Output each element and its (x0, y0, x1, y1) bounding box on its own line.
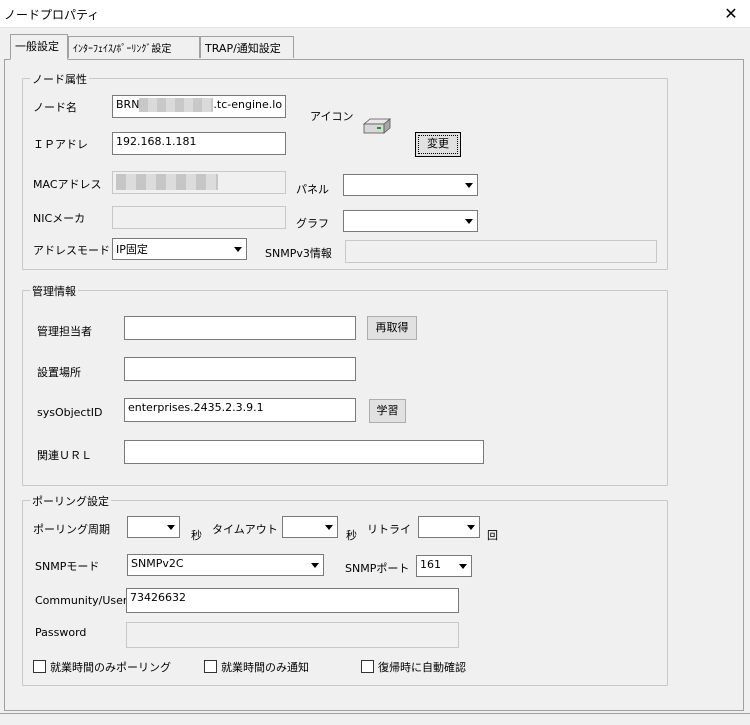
management-info-legend: 管理情報 (30, 283, 78, 299)
learn-button[interactable]: 学習 (369, 399, 406, 423)
timeout-select[interactable] (282, 516, 338, 538)
chevron-down-icon (306, 555, 323, 575)
change-icon-button[interactable]: 変更 (415, 132, 461, 157)
title-bar: ノードプロパティ ✕ (0, 0, 750, 28)
times-unit: 回 (487, 529, 498, 542)
address-mode-select[interactable]: IP固定 (112, 238, 247, 260)
nic-vendor-field (112, 206, 286, 229)
node-name-field[interactable]: BRN .tc-engine.lo (112, 95, 286, 118)
manager-field[interactable] (124, 316, 356, 340)
graph-label: グラフ (296, 217, 329, 230)
node-name-prefix: BRN (116, 98, 140, 111)
retry-label: リトライ (367, 523, 411, 536)
location-field[interactable] (124, 357, 356, 381)
community-user-field[interactable]: 73426632 (126, 588, 459, 613)
poll-business-hours-checkbox[interactable] (33, 660, 46, 673)
seconds-unit: 秒 (346, 529, 357, 542)
timeout-label: タイムアウト (212, 523, 278, 536)
close-icon[interactable]: ✕ (716, 2, 746, 26)
chevron-down-icon (462, 517, 479, 537)
mac-address-field (112, 171, 286, 194)
node-name-suffix: .tc-engine.lo (213, 98, 283, 111)
redacted-block (116, 174, 218, 190)
chevron-down-icon (454, 556, 471, 576)
snmp-mode-value: SNMPv2C (131, 557, 184, 570)
notify-business-hours-label: 就業時間のみ通知 (221, 661, 309, 674)
graph-select[interactable] (343, 210, 478, 232)
snmp-mode-select[interactable]: SNMPv2C (127, 554, 324, 576)
snmp-port-value: 161 (420, 558, 441, 571)
chevron-down-icon (229, 239, 246, 259)
auto-confirm-recovery-checkbox[interactable] (361, 660, 374, 673)
seconds-unit: 秒 (191, 529, 202, 542)
polling-interval-select[interactable] (127, 516, 180, 538)
node-name-label: ノード名 (33, 101, 77, 114)
panel-select[interactable] (343, 174, 478, 196)
password-label: Password (35, 626, 87, 639)
refetch-button[interactable]: 再取得 (367, 316, 417, 340)
manager-label: 管理担当者 (37, 325, 92, 338)
polling-settings-legend: ポーリング設定 (30, 493, 111, 509)
address-mode-value: IP固定 (116, 243, 148, 256)
tab-interface-polling[interactable]: ｲﾝﾀｰﾌｪｲｽ/ﾎﾟｰﾘﾝｸﾞ設定 (68, 36, 200, 58)
tab-trap-notification[interactable]: TRAP/通知設定 (200, 36, 294, 58)
location-label: 設置場所 (37, 366, 81, 379)
chevron-down-icon (320, 517, 337, 537)
snmp-port-label: SNMPポート (345, 562, 410, 575)
polling-interval-label: ポーリング周期 (33, 523, 110, 536)
network-device-icon (362, 118, 392, 134)
panel-label: パネル (296, 183, 329, 196)
snmp-mode-label: SNMPモード (35, 560, 100, 573)
tab-general[interactable]: 一般設定 (10, 34, 68, 60)
redacted-block (139, 98, 214, 112)
related-url-label: 関連ＵＲＬ (37, 449, 92, 462)
bottom-button-bar (0, 713, 750, 725)
nic-vendor-label: NICメーカ (33, 212, 86, 225)
community-user-label: Community/User (35, 594, 128, 607)
chevron-down-icon (460, 211, 477, 231)
node-attributes-legend: ノード属性 (30, 71, 89, 87)
window-title: ノードプロパティ (4, 8, 100, 22)
retry-select[interactable] (418, 516, 480, 538)
ip-address-label: ＩＰアドレ (33, 138, 88, 151)
chevron-down-icon (162, 517, 179, 537)
snmp-port-select[interactable]: 161 (416, 555, 472, 577)
icon-label: アイコン (310, 110, 354, 123)
sysobjectid-field[interactable]: enterprises.2435.2.3.9.1 (124, 398, 356, 422)
notify-business-hours-checkbox[interactable] (204, 660, 217, 673)
poll-business-hours-label: 就業時間のみポーリング (50, 661, 171, 674)
related-url-field[interactable] (124, 440, 484, 464)
address-mode-label: アドレスモード (33, 244, 110, 257)
snmpv3-label: SNMPv3情報 (265, 247, 332, 260)
ip-address-field[interactable]: 192.168.1.181 (112, 132, 286, 155)
sysobjectid-label: sysObjectID (37, 406, 103, 419)
chevron-down-icon (460, 175, 477, 195)
snmpv3-field (345, 240, 657, 263)
password-field (126, 622, 459, 648)
mac-address-label: MACアドレス (33, 178, 102, 191)
auto-confirm-recovery-label: 復帰時に自動確認 (378, 661, 466, 674)
